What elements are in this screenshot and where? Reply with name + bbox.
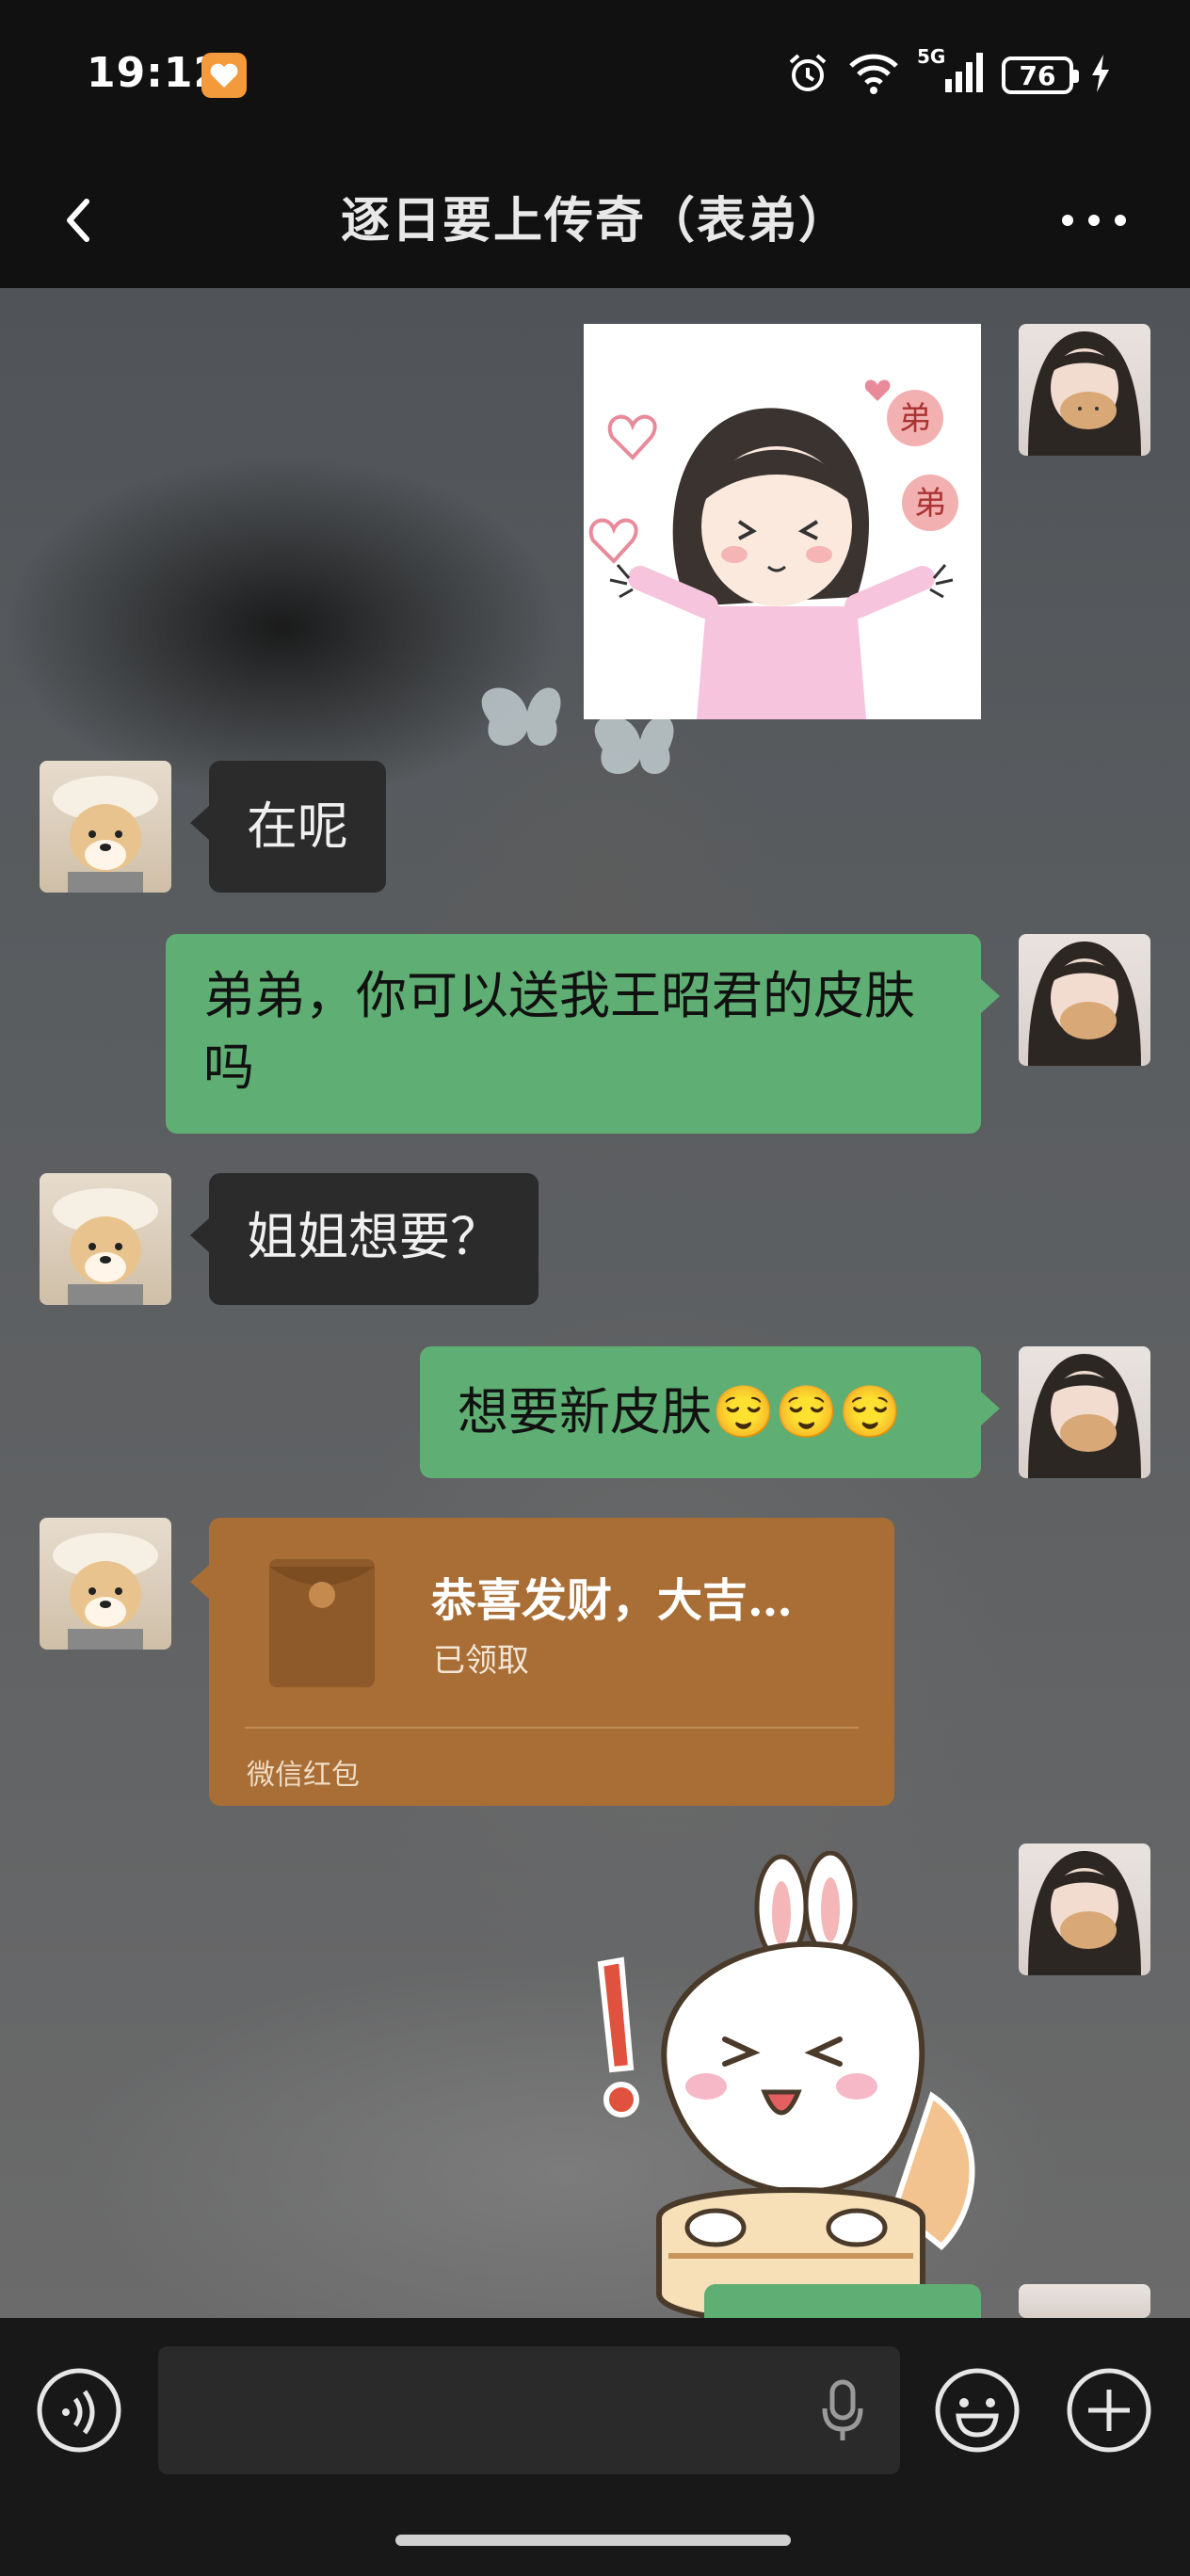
status-bar: 19:12 5G 76 xyxy=(0,0,1190,151)
sticker-message[interactable]: 弟 弟 xyxy=(584,324,981,719)
message-text-input[interactable] xyxy=(158,2346,900,2474)
dog-avatar-icon xyxy=(53,776,158,893)
red-packet-divider xyxy=(245,1727,859,1729)
chat-message-list[interactable]: 弟 弟 在呢 弟弟，你可以送我王昭君的皮肤吗 姐姐想要？ 想要新皮肤😌😌😌 恭喜… xyxy=(0,288,1190,2318)
girl-avatar-icon xyxy=(1028,1851,1141,1975)
more-icon xyxy=(1062,215,1126,226)
dog-avatar-icon xyxy=(53,1533,158,1650)
back-icon xyxy=(67,199,89,242)
cartoon-girl-sticker: 弟 弟 xyxy=(588,379,958,719)
contact-avatar[interactable] xyxy=(40,1518,171,1650)
message-bubble-incoming[interactable]: 在呢 xyxy=(190,761,386,893)
red-packet-message[interactable]: 恭喜发财，大吉… 已领取 微信红包 xyxy=(190,1518,894,1806)
more-button[interactable] xyxy=(1047,173,1141,267)
signal-icon: 5G xyxy=(917,45,985,100)
contact-avatar[interactable] xyxy=(40,1173,171,1305)
battery-indicator: 76 xyxy=(1002,56,1079,94)
red-packet-status: 已领取 xyxy=(433,1642,529,1680)
my-avatar[interactable] xyxy=(1019,1346,1150,1478)
voice-icon xyxy=(37,2368,121,2453)
chat-title: 逐日要上传奇（表弟） xyxy=(340,193,849,250)
message-input-bar xyxy=(0,2318,1190,2576)
my-avatar[interactable] xyxy=(1019,324,1150,456)
sticker-message[interactable] xyxy=(584,1850,989,2318)
my-avatar[interactable] xyxy=(1019,1843,1150,1975)
plus-icon xyxy=(1067,2368,1151,2453)
sticker-text-2: 弟 xyxy=(914,485,946,523)
wifi-icon xyxy=(847,51,900,100)
sticker-text-1: 弟 xyxy=(899,400,931,438)
emoji-icon xyxy=(935,2368,1020,2453)
contact-avatar[interactable] xyxy=(40,761,171,893)
status-icons: 5G 76 xyxy=(785,45,1111,102)
message-bubble-outgoing-partial[interactable] xyxy=(704,2284,981,2318)
rabbit-sticker xyxy=(597,1850,975,2318)
microphone-icon[interactable] xyxy=(819,2378,866,2444)
network-type-label: 5G xyxy=(917,45,946,68)
voice-toggle-button[interactable] xyxy=(34,2365,124,2455)
dog-avatar-icon xyxy=(53,1188,158,1305)
more-functions-button[interactable] xyxy=(1064,2365,1154,2455)
emoji-button[interactable] xyxy=(932,2365,1022,2455)
alarm-icon xyxy=(785,51,830,100)
my-avatar[interactable] xyxy=(1019,2284,1150,2318)
girl-avatar-icon xyxy=(1028,331,1141,456)
message-bubble-outgoing[interactable]: 想要新皮肤😌😌😌 xyxy=(420,1346,1000,1478)
back-button[interactable] xyxy=(45,173,139,267)
girl-avatar-icon xyxy=(1028,942,1141,1066)
my-avatar[interactable] xyxy=(1019,934,1150,1066)
message-bubble-incoming[interactable]: 姐姐想要？ xyxy=(190,1173,539,1305)
charging-icon xyxy=(1090,55,1111,96)
red-envelope-icon xyxy=(269,1559,375,1687)
home-indicator[interactable] xyxy=(395,2535,791,2546)
girl-avatar-icon xyxy=(1028,1354,1141,1478)
message-bubble-outgoing[interactable]: 弟弟，你可以送我王昭君的皮肤吗 xyxy=(166,934,1000,1134)
red-packet-footer: 微信红包 xyxy=(247,1759,360,1792)
red-packet-title: 恭喜发财，大吉… xyxy=(431,1574,794,1627)
app-notification-icon xyxy=(201,53,247,98)
chat-header: 逐日要上传奇（表弟） xyxy=(0,151,1190,288)
